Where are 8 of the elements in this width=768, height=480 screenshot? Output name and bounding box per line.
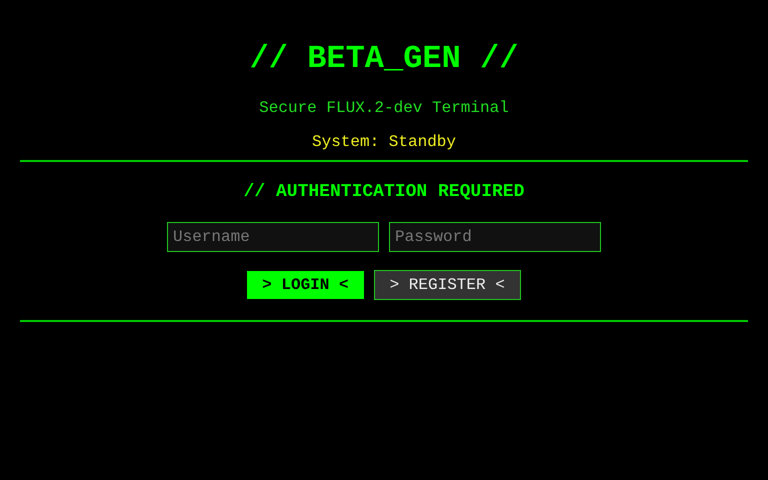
input-field[interactable]: Password xyxy=(389,222,601,252)
subtitle: Secure FLUX.2-dev Terminal xyxy=(259,98,509,118)
input-field[interactable]: Username xyxy=(167,222,379,252)
system-status: System: Standby xyxy=(312,132,456,152)
register-button[interactable]: > REGISTER < xyxy=(374,270,521,300)
app-title: // BETA_GEN // xyxy=(250,40,518,78)
section-heading: // AUTHENTICATION REQUIRED xyxy=(244,181,524,204)
login-button[interactable]: > LOGIN < xyxy=(247,271,364,299)
